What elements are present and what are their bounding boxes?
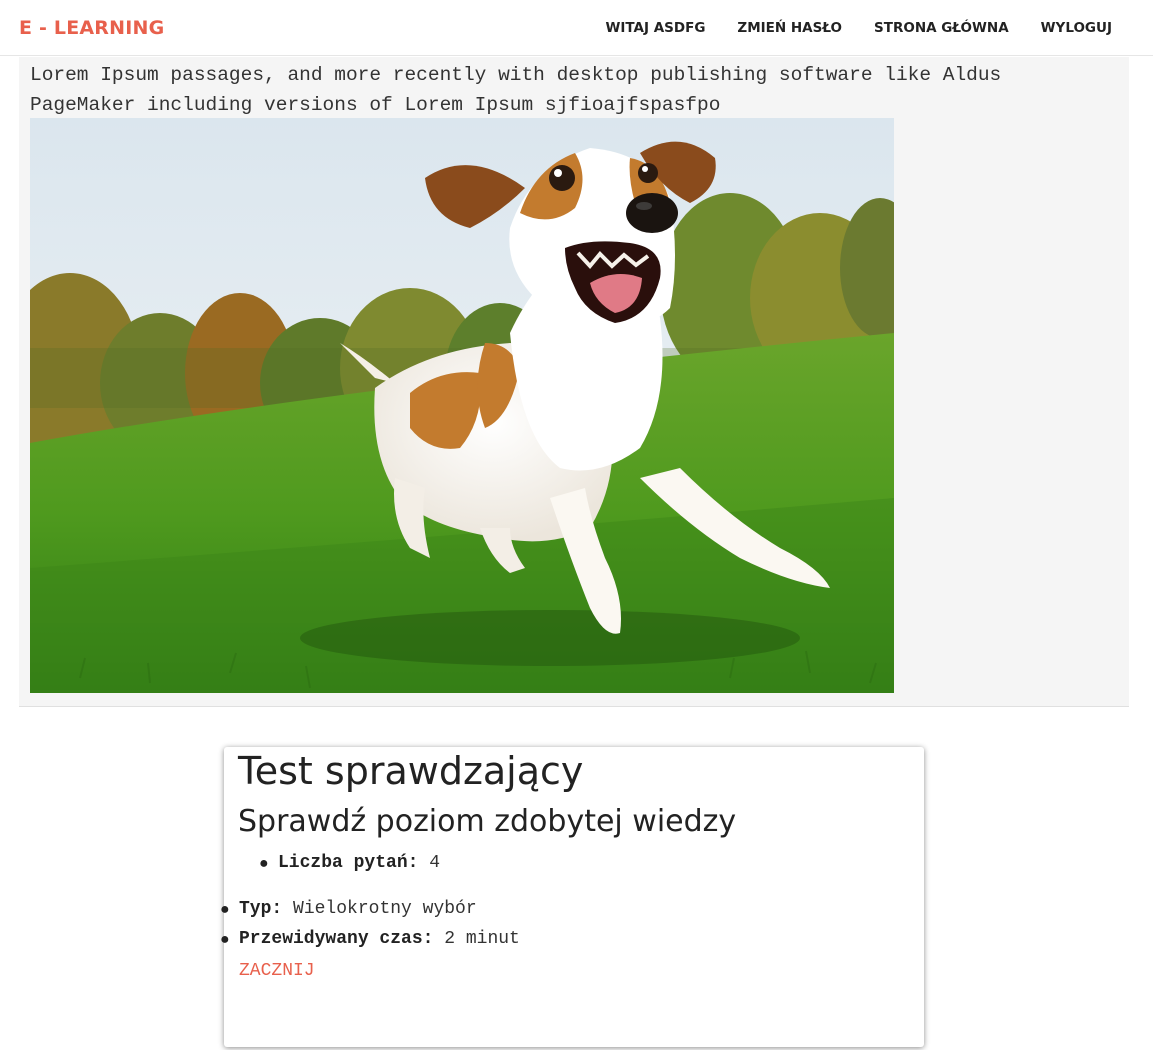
info-questions-count: ● Liczba pytań: 4 — [259, 853, 441, 873]
test-title: Test sprawdzający — [238, 749, 584, 793]
estimated-time-value: 2 minut — [444, 929, 520, 949]
test-type-label: Typ: — [239, 899, 283, 919]
test-card: Test sprawdzający Sprawdź poziom zdobyte… — [220, 747, 924, 1047]
navbar: E - LEARNING WITAJ ASDFG ZMIEŃ HASŁO STR… — [0, 0, 1153, 56]
questions-count-value: 4 — [429, 853, 441, 873]
lesson-content-panel: Lorem Ipsum passages, and more recently … — [19, 57, 1129, 707]
start-test-link[interactable]: ZACZNIJ — [239, 961, 315, 981]
lesson-text: Lorem Ipsum passages, and more recently … — [30, 64, 1002, 116]
estimated-time-label: Przewidywany czas: — [239, 929, 434, 949]
nav-link-welcome-user[interactable]: WITAJ ASDFG — [605, 20, 705, 36]
nav-link-home[interactable]: STRONA GŁÓWNA — [874, 20, 1009, 36]
bullet-icon: ● — [220, 901, 230, 919]
bullet-icon: ● — [259, 855, 269, 873]
questions-count-label: Liczba pytań: — [278, 853, 419, 873]
nav-link-logout[interactable]: WYLOGUJ — [1041, 20, 1112, 36]
test-type-value: Wielokrotny wybór — [293, 899, 477, 919]
brand-logo-link[interactable]: E - LEARNING — [19, 17, 164, 39]
bullet-icon: ● — [220, 931, 230, 949]
info-test-type: ● Typ: Wielokrotny wybór — [220, 899, 477, 919]
info-estimated-time: ● Przewidywany czas: 2 minut — [220, 929, 520, 949]
dog-photo — [30, 118, 894, 693]
test-subtitle: Sprawdź poziom zdobytej wiedzy — [238, 804, 737, 839]
nav-menu: WITAJ ASDFG ZMIEŃ HASŁO STRONA GŁÓWNA WY… — [573, 20, 1112, 36]
nav-link-change-password[interactable]: ZMIEŃ HASŁO — [737, 20, 842, 36]
